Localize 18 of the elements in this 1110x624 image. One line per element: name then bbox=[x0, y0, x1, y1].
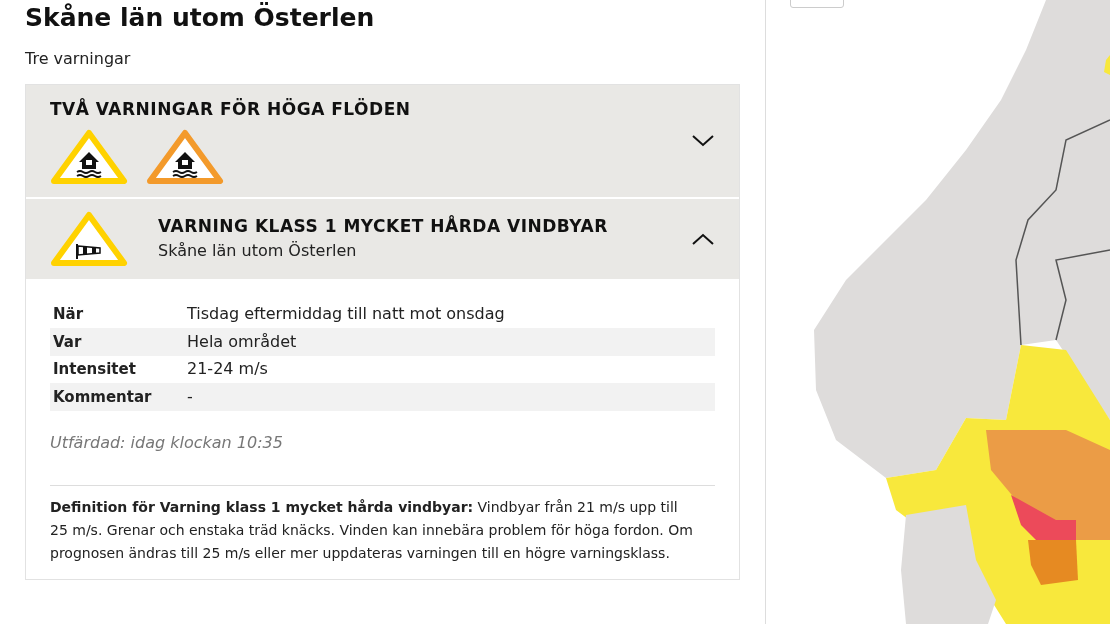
detail-value: Hela området bbox=[187, 330, 297, 353]
detail-label: Kommentar bbox=[52, 386, 153, 408]
issued-time: Utfärdad: idag klockan 10:35 bbox=[50, 431, 284, 454]
warning-count: Tre varningar bbox=[25, 48, 132, 70]
detail-label: Intensitet bbox=[52, 359, 137, 380]
detail-label: När bbox=[52, 304, 85, 325]
warning-title: VARNING KLASS 1 MYCKET HÅRDA VINDBYAR bbox=[158, 214, 608, 238]
warning-header[interactable]: TVÅ VARNINGAR FÖR HÖGA FLÖDEN bbox=[26, 85, 739, 197]
detail-value: - bbox=[187, 385, 193, 408]
definition-text: Definition för Varning klass 1 mycket hårda vindbyar: Vindbyar från 21 m/s upp till 25 m/s. Grenar och enstaka träd knäcks. Vinden kan innebära problem för höga fordon. Om prognosen ändras till 25 m/s eller mer uppdateras varningen till en högre varningsklass. bbox=[50, 497, 694, 563]
chevron-up-icon bbox=[691, 231, 715, 246]
warning-area: Skåne län utom Österlen bbox=[158, 239, 608, 264]
detail-value: 21-24 m/s bbox=[187, 358, 268, 381]
warning-title: TVÅ VARNINGAR FÖR HÖGA FLÖDEN bbox=[50, 97, 412, 121]
detail-label: Var bbox=[52, 331, 83, 353]
detail-value: Tisdag eftermiddag till natt mot onsdag bbox=[187, 303, 505, 326]
chevron-down-icon bbox=[691, 133, 715, 148]
warning-header[interactable]: VARNING KLASS 1 MYCKET HÅRDA VINDBYAR Skåne län utom Österlen bbox=[26, 198, 739, 279]
